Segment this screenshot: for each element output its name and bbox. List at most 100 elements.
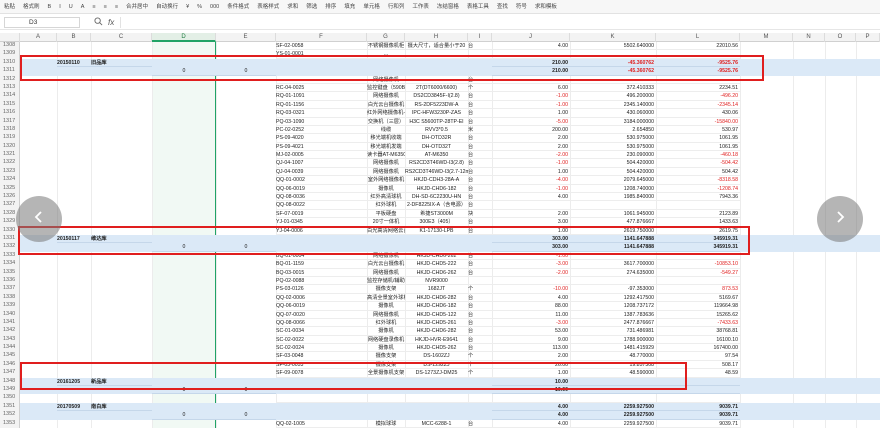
cell-f[interactable]: PS-09-4020: [276, 134, 367, 143]
cell-l[interactable]: 7943.36: [656, 193, 740, 202]
cell-i[interactable]: 台: [468, 336, 492, 345]
cell-h[interactable]: HKJD-CHD6-182: [405, 302, 468, 311]
row-number[interactable]: 1344: [0, 344, 20, 353]
row-number[interactable]: 1353: [0, 419, 20, 428]
column-header-p[interactable]: P: [856, 33, 880, 42]
table-row[interactable]: 1316 RQ-03-0321红外网络摄像机-大华标准IPC-HFW3230P-Z…: [0, 109, 880, 118]
cell-g[interactable]: 监控键盘（590B系）: [367, 84, 405, 93]
row-number[interactable]: 1327: [0, 201, 20, 210]
cell-i[interactable]: 台: [468, 109, 492, 118]
cell-l[interactable]: 9039.71: [656, 420, 740, 428]
column-header-b[interactable]: B: [57, 33, 91, 42]
cell-j[interactable]: [492, 277, 570, 286]
cell-d[interactable]: 0: [152, 243, 216, 252]
cell-h[interactable]: HKJD-CHD5-262: [405, 344, 468, 353]
cell-l[interactable]: -15840.00: [656, 118, 740, 126]
summary-row[interactable]: 1349 0 0 10.00: [0, 386, 880, 395]
column-header-l[interactable]: L: [656, 33, 740, 42]
cell-i[interactable]: 台: [468, 76, 492, 84]
cell-g[interactable]: 室外网络摄像机: [367, 176, 405, 185]
table-row[interactable]: 1340 QQ-07-0020 网络摄像机 HKJD-CHD5-122 台 11.00 13…: [0, 310, 880, 319]
cell-k[interactable]: 2.654850: [570, 126, 656, 135]
cell-j[interactable]: 210.00: [492, 67, 570, 76]
cell-g[interactable]: 摄像机: [367, 302, 405, 311]
cell-k[interactable]: 1481.415929: [570, 344, 656, 353]
table-row[interactable]: 1325 QQ-06-0019 摄像机 HKJD-CHD6-182 台 -1.00 1208…: [0, 184, 880, 194]
cell-i[interactable]: 台: [468, 294, 492, 303]
cell-k[interactable]: 496.200000: [570, 92, 656, 101]
toolbar-item[interactable]: 工作表: [408, 0, 433, 13]
row-number[interactable]: 1312: [0, 75, 20, 84]
row-number[interactable]: 1323: [0, 167, 20, 177]
cell-e[interactable]: 0: [216, 411, 276, 420]
table-row[interactable]: 1347 SF-09-0078 全景摄像机支架 DS-1273ZJ-DM25 个 1.00…: [0, 369, 880, 378]
cell-k[interactable]: 274.635000: [570, 269, 656, 277]
cell-b[interactable]: 20170509: [57, 403, 91, 412]
cell-f[interactable]: PQ-02-0088: [276, 277, 367, 286]
cell-j[interactable]: [492, 394, 570, 403]
cell-g[interactable]: [367, 394, 405, 403]
table-row[interactable]: 1326 QQ-08-0036 红外高清球机 DH-SD-6C2230U-HN 台 4.0…: [0, 193, 880, 202]
cell-i[interactable]: 台: [468, 201, 492, 210]
cell-g[interactable]: 网络摄像机: [367, 252, 405, 261]
row-number[interactable]: 1310: [0, 58, 20, 68]
cell-l[interactable]: [656, 252, 740, 261]
cell-l[interactable]: 1061.95: [656, 134, 740, 143]
row-number[interactable]: 1334: [0, 260, 20, 269]
cell-i[interactable]: 台: [468, 176, 492, 185]
cell-k[interactable]: 2079.645000: [570, 176, 656, 185]
toolbar-item[interactable]: 表格工具: [463, 0, 493, 13]
cell-k[interactable]: 372.410333: [570, 84, 656, 93]
cell-h[interactable]: DS-1602ZJ: [405, 352, 468, 361]
cell-l[interactable]: 508.17: [656, 361, 740, 370]
cell-i[interactable]: 台: [468, 260, 492, 269]
sheet-grid[interactable]: 1308 SF-02-0058 不锈钢摄像机柜 摄大尺寸，适合量小于20 台 4.00 55…: [0, 42, 880, 428]
cell-l[interactable]: -504.42: [656, 159, 740, 168]
cell-k[interactable]: 731.486981: [570, 327, 656, 336]
table-row[interactable]: 1339 QQ-06-0019 摄像机 HKJD-CHD6-182 台 88.00 1208…: [0, 302, 880, 311]
cell-f[interactable]: YJ-01-0345: [276, 218, 367, 227]
cell-j[interactable]: 303.00: [492, 243, 570, 252]
cell-f[interactable]: [276, 394, 367, 403]
cell-i[interactable]: 台: [468, 92, 492, 101]
cell-k[interactable]: 477.876667: [570, 218, 656, 227]
summary-row[interactable]: 1332 0 0 303.00 1141.647888 345919.31: [0, 243, 880, 252]
cell-f[interactable]: PS-03-0126: [276, 285, 367, 294]
cell-i[interactable]: 个: [468, 285, 492, 294]
cell-k[interactable]: 504.420000: [570, 159, 656, 168]
cell-g[interactable]: 移光端机收端: [367, 134, 405, 143]
row-number[interactable]: 1340: [0, 310, 20, 319]
row-number[interactable]: 1338: [0, 293, 20, 303]
row-number[interactable]: 1352: [0, 411, 20, 420]
cell-g[interactable]: 线缆: [367, 126, 405, 135]
cell-l[interactable]: 1061.95: [656, 143, 740, 152]
summary-row[interactable]: 1311 0 0 210.00 -45.360762 -9525.76: [0, 67, 880, 76]
cell-k[interactable]: [570, 386, 656, 395]
table-row[interactable]: 1328 SF-07-0019 平板硬盘 希捷ST3000M 块 2.00 1061.945…: [0, 209, 880, 219]
cell-l[interactable]: 873.53: [656, 285, 740, 294]
cell-c[interactable]: 新品库: [91, 378, 152, 387]
table-row[interactable]: 1330YJ-04-0006白光高清网络云台摄像机K1-17130-LPB台1.…: [0, 226, 880, 235]
table-row[interactable]: 1315 RQ-01-1156 白光云台摄像机 RS-2DF5223DW-A 台 -1.0…: [0, 100, 880, 110]
table-row[interactable]: 1320 PS-09-4021 移光端机发端 DH-OTD32T 台 2.00 530.97…: [0, 142, 880, 152]
cell-g[interactable]: 白光高清网络云台摄像机: [367, 227, 405, 235]
cell-f[interactable]: RQ-01-1091: [276, 92, 367, 101]
cell-l[interactable]: 530.97: [656, 126, 740, 135]
cell-h[interactable]: HKJD-HVR-E9641: [405, 336, 468, 345]
cell-h[interactable]: DS-1292ZJ: [405, 361, 468, 370]
cell-j[interactable]: 10.00: [492, 378, 570, 387]
toolbar-item[interactable]: 条件格式: [223, 0, 253, 13]
toolbar-item[interactable]: B: [44, 0, 56, 13]
cell-h[interactable]: RS2CD3T46WD-I3(2.7-12mm): [405, 168, 468, 177]
table-row[interactable]: 1314 RQ-01-1091 网络摄像机 DS2CD3845F-I(2.8) 台 -1.…: [0, 92, 880, 101]
cell-l[interactable]: [656, 277, 740, 286]
cell-i[interactable]: 台: [468, 327, 492, 336]
cell-j[interactable]: 1.00: [492, 109, 570, 118]
cell-l[interactable]: 430.06: [656, 109, 740, 118]
cell-h[interactable]: HKJD-CHD6-282: [405, 294, 468, 303]
table-row[interactable]: 1333 BQ-01-0004 网络摄像机 HKJD-CHD6-262 台 -1.00: [0, 251, 880, 261]
table-row[interactable]: 1319 PS-09-4020 移光端机收端 DH-OTD32R 台 2.00 530.97…: [0, 134, 880, 143]
table-row[interactable]: 1309 YS-01-0001...: [0, 50, 880, 59]
toolbar-item[interactable]: 单元格: [359, 0, 384, 13]
row-number[interactable]: 1317: [0, 117, 20, 126]
